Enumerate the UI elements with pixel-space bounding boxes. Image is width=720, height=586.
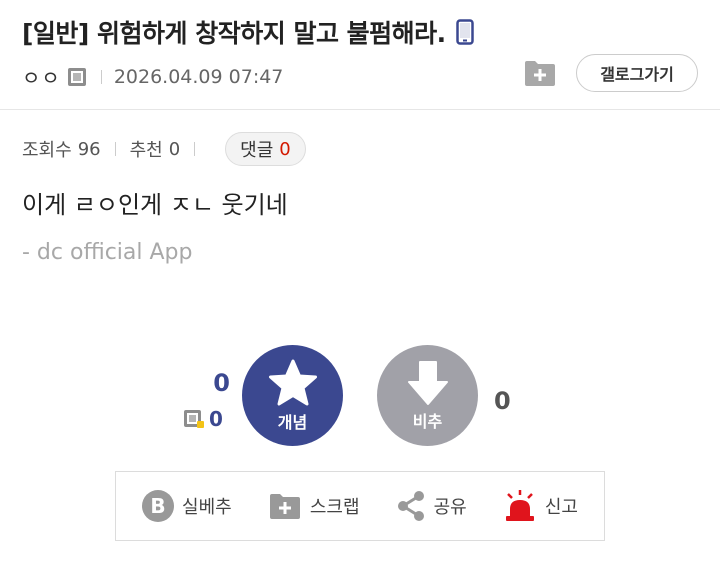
phone-icon — [455, 19, 474, 45]
post-date: 2026.04.09 07:47 — [113, 65, 284, 88]
report-label: 신고 — [544, 497, 578, 518]
post-content: 이게 ㄹㅇ인게 ㅈㄴ 웃기네 — [22, 191, 288, 219]
folder-add-icon[interactable] — [523, 58, 557, 88]
fix-upvote-count: 0 — [209, 407, 223, 431]
fix-member-icon — [67, 67, 86, 86]
upvote-count: 0 — [213, 369, 230, 397]
b-icon: B — [142, 490, 175, 522]
share-icon — [397, 491, 424, 521]
app-signature: - dc official App — [22, 240, 193, 265]
fix-member-icon — [184, 410, 204, 428]
author-nickname[interactable]: ㅇㅇ — [22, 62, 61, 91]
title-row: [일반] 위험하게 창작하지 말고 불펌해라. — [22, 14, 474, 50]
scrap-label: 스크랩 — [309, 497, 360, 518]
downvote-count: 0 — [494, 387, 511, 415]
reply-button[interactable]: 댓글 0 — [225, 132, 306, 166]
real-down-label: 실베추 — [182, 497, 232, 518]
star-icon — [268, 359, 317, 405]
upvote-button[interactable]: 개념 — [242, 345, 343, 446]
reply-count: 0 — [279, 138, 291, 160]
meta-separator — [100, 69, 102, 84]
reply-label: 댓글 — [240, 140, 274, 161]
recommend-label: 추천 — [129, 140, 163, 161]
post-stats: 조회수 96 추천 0 댓글 0 — [22, 132, 306, 166]
downvote-button[interactable]: 비추 — [377, 345, 478, 446]
siren-icon — [505, 490, 534, 521]
stats-separator — [194, 142, 196, 156]
folder-add-icon — [269, 494, 300, 519]
gallog-button[interactable]: 갤로그가기 — [576, 54, 698, 92]
upvote-label: 개념 — [277, 412, 308, 432]
share-label: 공유 — [433, 497, 467, 518]
recommend-count: 0 — [168, 138, 181, 160]
downvote-label: 비추 — [412, 411, 443, 431]
post-title: [일반] 위험하게 창작하지 말고 불펌해라. — [22, 19, 446, 48]
share-button[interactable]: 공유 — [396, 490, 467, 522]
scrap-button[interactable]: 스크랩 — [268, 491, 360, 521]
post-action-bar: B 실베추 스크랩 공유 신고 — [115, 471, 605, 541]
post-header: [일반] 위험하게 창작하지 말고 불펌해라. ㅇㅇ 2026.04.09 07… — [0, 0, 720, 110]
views-label: 조회수 — [22, 140, 72, 161]
views-count: 96 — [77, 138, 101, 160]
real-down-button[interactable]: B 실베추 — [142, 490, 232, 522]
post-meta: ㅇㅇ 2026.04.09 07:47 — [22, 62, 283, 91]
arrow-down-icon — [407, 360, 448, 405]
report-button[interactable]: 신고 — [503, 489, 578, 523]
stats-separator — [114, 142, 116, 156]
vote-area: 0 0 개념 비추 0 — [0, 345, 720, 455]
fix-upvote: 0 — [183, 407, 223, 431]
